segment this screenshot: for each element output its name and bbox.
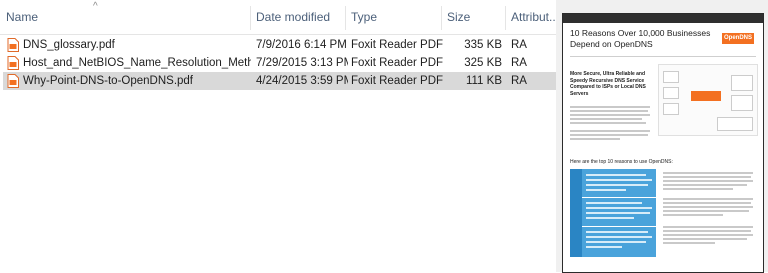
diagram-box [731,95,753,111]
preview-panel-divider [582,197,656,198]
preview-text-line [663,210,749,212]
preview-text-line [663,176,751,178]
diagram-box [663,103,679,115]
preview-panel-text [586,202,642,204]
preview-text-line [663,234,753,236]
preview-text-line [570,118,642,120]
preview-panel-text [586,217,634,219]
column-divider[interactable] [441,6,442,30]
diagram-box [731,75,753,91]
column-header-row: ^ Name Date modified Type Size Attribut.… [0,0,559,35]
preview-panel-text [586,241,646,243]
column-header-size[interactable]: Size [447,0,470,34]
file-type: Foxit Reader PDF ... [351,75,443,87]
file-list: ^ Name Date modified Type Size Attribut.… [0,0,559,272]
preview-network-diagram [658,64,758,136]
preview-panel-text [586,189,626,191]
file-row[interactable]: DNS_glossary.pdf 7/9/2016 6:14 PM Foxit … [3,36,556,54]
preview-text-line [570,138,620,140]
file-size: 335 KB [464,39,502,51]
preview-panel-text [586,184,648,186]
file-type: Foxit Reader PDF ... [351,39,443,51]
preview-pane: 10 Reasons Over 10,000 Businesses Depend… [556,0,768,273]
diagram-box [663,71,679,83]
preview-panel-text [586,179,652,181]
column-header-name[interactable]: Name [6,0,38,34]
preview-text-line [663,226,753,228]
file-row[interactable]: Host_and_NetBIOS_Name_Resolution_Methods… [3,54,556,72]
preview-text-line [663,214,723,216]
preview-text-line [570,134,648,136]
preview-text-line [663,206,753,208]
diagram-box [717,117,753,131]
pdf-preview-page[interactable]: 10 Reasons Over 10,000 Businesses Depend… [562,13,764,273]
column-header-date-modified[interactable]: Date modified [256,0,330,34]
pdf-file-icon [7,38,19,52]
preview-text-line [663,242,715,244]
file-row-selected[interactable]: Why-Point-DNS-to-OpenDNS.pdf 4/24/2015 3… [3,72,556,90]
preview-panel-text [586,212,650,214]
preview-text-line [570,106,650,108]
file-attributes: RA [511,39,527,51]
file-name: DNS_glossary.pdf [23,39,115,51]
preview-text-line [663,238,747,240]
preview-text-line [663,172,753,174]
diagram-box [663,87,679,99]
column-divider[interactable] [505,6,506,30]
preview-panel-text [586,231,648,233]
sort-ascending-icon: ^ [93,1,98,12]
pdf-file-icon [7,56,19,70]
diagram-opendns-box [691,91,721,101]
file-attributes: RA [511,57,527,69]
preview-divider [570,56,756,57]
preview-text-line [663,198,753,200]
preview-text-line [663,180,753,182]
file-name: Why-Point-DNS-to-OpenDNS.pdf [23,75,193,87]
preview-panel-text [586,207,652,209]
preview-text-line [570,110,648,112]
file-type: Foxit Reader PDF ... [351,57,443,69]
preview-header-bar [563,14,763,23]
file-size: 325 KB [464,57,502,69]
column-header-attributes[interactable]: Attribut... [511,0,559,34]
preview-subheading: More Secure, Ultra Reliable and Speedy R… [570,71,646,97]
preview-top10-heading: Here are the top 10 reasons to use OpenD… [570,159,673,165]
column-header-type[interactable]: Type [351,0,377,34]
preview-text-line [663,188,733,190]
preview-panel-text [586,246,622,248]
file-date-modified: 4/24/2015 3:59 PM [256,75,348,87]
column-divider[interactable] [250,6,251,30]
file-attributes: RA [511,75,527,87]
preview-panel-text [586,174,646,176]
preview-text-line [570,114,650,116]
preview-title: 10 Reasons Over 10,000 Businesses Depend… [570,28,711,49]
preview-blue-strip [570,169,582,257]
preview-text-line [663,202,751,204]
preview-panel-text [586,236,652,238]
file-name: Host_and_NetBIOS_Name_Resolution_Methods… [23,57,251,69]
file-date-modified: 7/29/2015 3:13 PM [256,57,348,69]
pdf-file-icon [7,74,19,88]
preview-panel-divider [582,226,656,227]
preview-text-line [663,184,747,186]
preview-text-line [570,122,646,124]
opendns-logo: OpenDNS [722,33,754,44]
column-divider[interactable] [345,6,346,30]
preview-text-line [570,130,650,132]
file-size: 111 KB [465,75,502,87]
file-date-modified: 7/9/2016 6:14 PM [256,39,347,51]
preview-text-line [663,230,751,232]
